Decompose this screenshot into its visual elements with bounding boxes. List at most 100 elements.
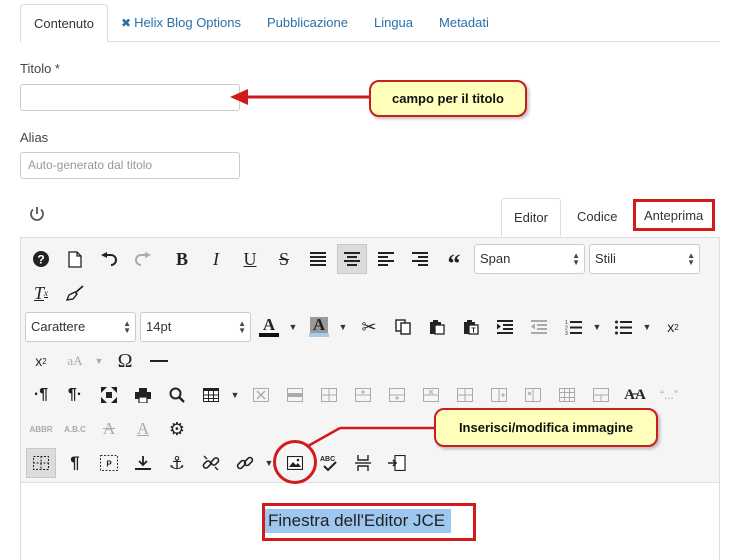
ltr-icon[interactable]: ·¶ — [26, 380, 56, 410]
underline-icon[interactable]: U — [235, 244, 265, 274]
tab-lingua[interactable]: Lingua — [361, 4, 426, 42]
delete-col-icon[interactable] — [518, 380, 548, 410]
style-props-icon[interactable]: A̶A — [620, 380, 650, 410]
redo-icon[interactable] — [128, 244, 158, 274]
alias-label: Alias — [20, 130, 49, 145]
acronym-icon[interactable]: A.B.C — [60, 414, 90, 444]
article-tabs: Contenuto ✖ Helix Blog Options Pubblicazi… — [20, 4, 720, 43]
bullet-list-icon[interactable] — [608, 312, 638, 342]
print-icon[interactable] — [128, 380, 158, 410]
link-icon[interactable] — [230, 448, 260, 478]
align-justify-icon[interactable] — [303, 244, 333, 274]
search-icon[interactable] — [162, 380, 192, 410]
format-select[interactable]: Span ▲ ▼ — [474, 244, 585, 274]
new-document-icon[interactable] — [60, 244, 90, 274]
italic-icon[interactable]: I — [201, 244, 231, 274]
align-left-icon[interactable] — [371, 244, 401, 274]
delete-table-icon[interactable] — [246, 380, 276, 410]
svg-text:P: P — [106, 460, 112, 469]
power-icon[interactable] — [28, 205, 46, 223]
help-icon[interactable]: ? — [26, 244, 56, 274]
font-color-dropdown-icon[interactable]: ▼ — [288, 312, 298, 342]
fullscreen-icon[interactable] — [94, 380, 124, 410]
bold-icon[interactable]: B — [167, 244, 197, 274]
numbered-list-icon[interactable]: 123 — [558, 312, 588, 342]
table-dropdown-icon[interactable]: ▼ — [230, 380, 240, 410]
copy-icon[interactable] — [388, 312, 418, 342]
cell-props-icon[interactable] — [314, 380, 344, 410]
change-case-dropdown-icon[interactable]: ▼ — [94, 346, 104, 376]
superscript-icon[interactable]: x2 — [26, 346, 56, 376]
undo-icon[interactable] — [94, 244, 124, 274]
font-family-select-value: Carattere — [31, 319, 86, 334]
align-right-icon[interactable] — [405, 244, 435, 274]
bg-color-dropdown-icon[interactable]: ▼ — [338, 312, 348, 342]
svg-text:T: T — [471, 328, 476, 335]
insert-col-before-icon[interactable] — [450, 380, 480, 410]
insert-row-after-icon[interactable] — [382, 380, 412, 410]
del-icon[interactable]: A — [94, 414, 124, 444]
cut-icon[interactable]: ✂ — [354, 312, 384, 342]
callout-line — [307, 426, 436, 448]
show-paragraph-icon[interactable]: P — [94, 448, 124, 478]
paste-icon[interactable] — [422, 312, 452, 342]
numbered-list-dropdown-icon[interactable]: ▼ — [592, 312, 602, 342]
delete-row-icon[interactable] — [416, 380, 446, 410]
change-case-icon[interactable]: aA — [60, 346, 90, 376]
font-size-select[interactable]: 14pt ▲ ▼ — [140, 312, 251, 342]
insert-col-after-icon[interactable] — [484, 380, 514, 410]
merge-cells-icon[interactable] — [586, 380, 616, 410]
cleanup-broom-icon[interactable] — [60, 278, 90, 308]
cite-icon[interactable]: “...” — [654, 380, 684, 410]
special-char-icon[interactable]: Ω — [110, 346, 140, 376]
align-center-icon[interactable] — [337, 244, 367, 274]
split-cells-icon[interactable] — [552, 380, 582, 410]
bullet-list-dropdown-icon[interactable]: ▼ — [642, 312, 652, 342]
spellcheck-icon[interactable]: ABC — [314, 448, 344, 478]
insert-anchor-below-icon[interactable] — [128, 448, 158, 478]
outdent-icon[interactable] — [524, 312, 554, 342]
anchor-icon[interactable]: ⚓ — [162, 448, 192, 478]
show-blocks-icon[interactable]: ¶ — [60, 448, 90, 478]
tab-editor[interactable]: Editor — [501, 198, 561, 237]
strikethrough-icon[interactable]: S — [269, 244, 299, 274]
select-arrows-icon: ▲ ▼ — [687, 251, 695, 267]
ins-icon[interactable]: A — [128, 414, 158, 444]
page-break-icon[interactable] — [348, 448, 378, 478]
title-label: Titolo * — [20, 61, 60, 76]
visual-aid-icon[interactable] — [26, 448, 56, 478]
font-color-button[interactable]: A — [254, 312, 284, 342]
background-color-button[interactable]: A — [304, 312, 334, 342]
blockquote-icon[interactable]: “ — [439, 244, 469, 278]
select-arrows-icon: ▲ ▼ — [572, 251, 580, 267]
highlight-box — [633, 199, 715, 231]
styles-select[interactable]: Stili ▲ ▼ — [589, 244, 700, 274]
paste-text-icon[interactable]: T — [456, 312, 486, 342]
tab-label: Pubblicazione — [267, 15, 348, 30]
tab-helix-blog-options[interactable]: ✖ Helix Blog Options — [108, 4, 254, 42]
insert-row-before-icon[interactable] — [348, 380, 378, 410]
bg-color-letter-icon: A — [309, 316, 329, 333]
alias-field[interactable]: Auto-generato dal titolo — [20, 152, 240, 179]
remove-format-icon[interactable]: Tx — [26, 278, 56, 308]
gear-icon[interactable]: ⚙ — [162, 414, 192, 444]
subscript-icon[interactable]: x2 — [658, 312, 688, 342]
tab-metadati[interactable]: Metadati — [426, 4, 502, 42]
abbr-icon[interactable]: ABBR — [26, 414, 56, 444]
styles-select-value: Stili — [595, 251, 616, 266]
unlink-icon[interactable] — [196, 448, 226, 478]
rtl-icon[interactable]: ¶· — [60, 380, 90, 410]
table-icon[interactable] — [196, 380, 226, 410]
bg-color-swatch — [309, 333, 329, 337]
title-field[interactable] — [20, 84, 240, 111]
readmore-icon[interactable] — [382, 448, 412, 478]
row-props-icon[interactable] — [280, 380, 310, 410]
tab-contenuto[interactable]: Contenuto — [20, 4, 108, 43]
font-family-select[interactable]: Carattere ▲ ▼ — [25, 312, 136, 342]
joomla-icon: ✖ — [121, 16, 132, 30]
horizontal-rule-icon[interactable] — [144, 346, 174, 376]
indent-icon[interactable] — [490, 312, 520, 342]
tab-pubblicazione[interactable]: Pubblicazione — [254, 4, 361, 42]
tab-codice[interactable]: Codice — [565, 198, 629, 237]
svg-text:3: 3 — [565, 331, 568, 335]
